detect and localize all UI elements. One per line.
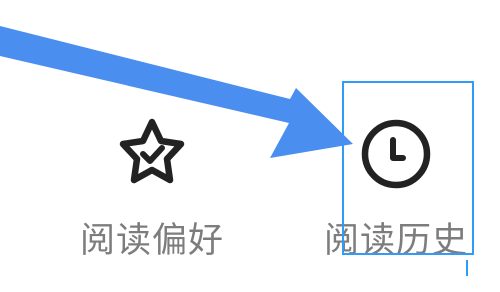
highlight-edge-mark xyxy=(466,260,468,276)
menu-item-label: 阅读偏好 xyxy=(79,221,224,261)
menu-item-label: 阅读历史 xyxy=(323,221,468,261)
clock-icon xyxy=(354,110,438,194)
menu-item-reading-preference[interactable]: 阅读偏好 xyxy=(67,100,237,270)
screenshot-stage: 阅读偏好 阅读历史 xyxy=(0,0,500,292)
menu-item-reading-history[interactable]: 阅读历史 xyxy=(311,100,481,270)
star-check-icon xyxy=(110,110,194,194)
